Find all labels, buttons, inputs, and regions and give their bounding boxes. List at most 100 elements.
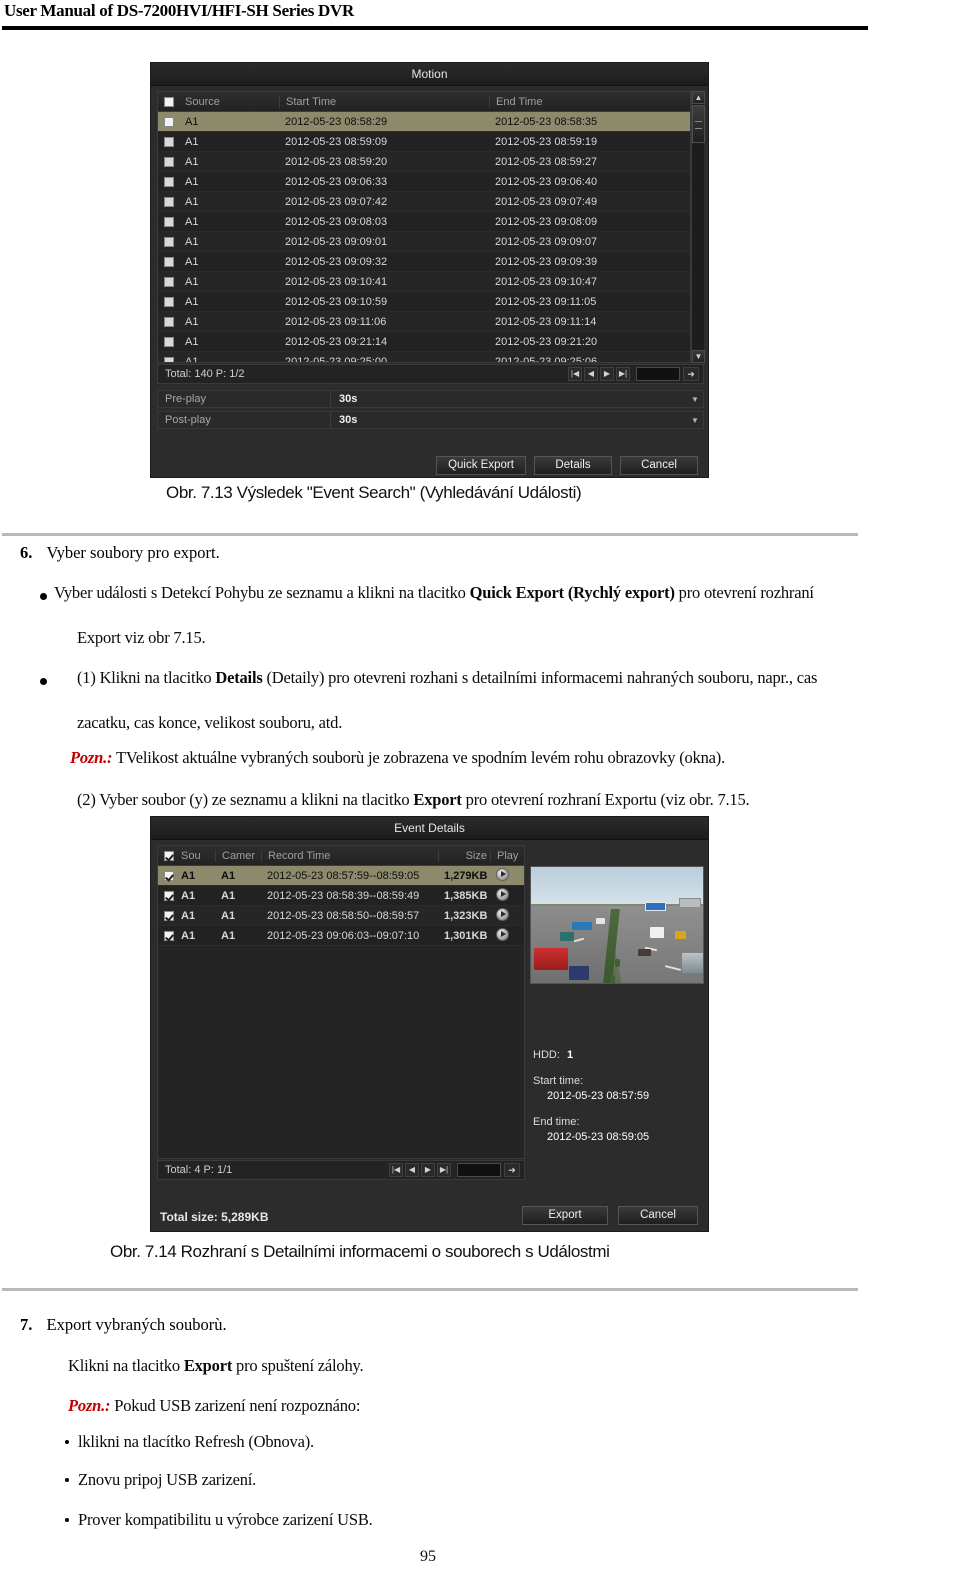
row-checkbox[interactable] bbox=[164, 176, 174, 187]
vehicle-gray-truck bbox=[682, 952, 703, 973]
cell-camera: A1 bbox=[221, 889, 236, 902]
cell-source: A1 bbox=[181, 909, 196, 922]
row-checkbox[interactable] bbox=[164, 136, 174, 147]
go-page-icon[interactable]: ➜ bbox=[504, 1163, 520, 1177]
last-page-icon[interactable]: ▶| bbox=[437, 1163, 451, 1177]
motion-event-table: Source Start Time End Time A1 2012-05-23 … bbox=[157, 91, 691, 363]
table-row[interactable]: A1 2012-05-23 09:08:03 2012-05-23 09:08:09 bbox=[158, 212, 690, 232]
page-number-input[interactable] bbox=[457, 1163, 501, 1177]
bullet-3-text-b: pro otevrení rozhraní Exportu (viz obr. … bbox=[461, 790, 750, 809]
cell-end-time: 2012-05-23 09:09:39 bbox=[495, 255, 598, 268]
table-row[interactable]: A1 A1 2012-05-23 08:58:50--08:59:57 1,323KB bbox=[158, 906, 524, 926]
cell-play bbox=[490, 867, 524, 884]
first-page-icon[interactable]: |◀ bbox=[389, 1163, 403, 1177]
row-checkbox[interactable] bbox=[164, 196, 174, 207]
table-row[interactable]: A1 2012-05-23 09:09:32 2012-05-23 09:09:39 bbox=[158, 252, 690, 272]
event-dialog-title: Event Details bbox=[151, 817, 708, 840]
play-icon[interactable] bbox=[496, 867, 509, 881]
end-time-value: 2012-05-23 08:59:05 bbox=[547, 1131, 650, 1143]
page-number-input[interactable] bbox=[636, 367, 680, 381]
table-row[interactable]: A1 2012-05-23 09:09:01 2012-05-23 09:09:07 bbox=[158, 232, 690, 252]
hdd-row: HDD: 1 bbox=[533, 1048, 703, 1063]
cell-end-time: 2012-05-23 09:11:05 bbox=[495, 295, 597, 308]
vehicle-bus-red bbox=[534, 948, 569, 971]
table-row[interactable]: A1 2012-05-23 08:59:09 2012-05-23 08:59:19 bbox=[158, 132, 690, 152]
row-checkbox[interactable] bbox=[164, 236, 174, 247]
row-checkbox[interactable] bbox=[164, 116, 174, 127]
chevron-down-icon[interactable]: ▼ bbox=[687, 395, 703, 404]
vehicle-yellow-truck bbox=[675, 930, 687, 939]
table-row[interactable]: A1 2012-05-23 09:11:06 2012-05-23 09:11:14 bbox=[158, 312, 690, 332]
table-row[interactable]: A1 2012-05-23 09:21:14 2012-05-23 09:21:20 bbox=[158, 332, 690, 352]
quick-export-button[interactable]: Quick Export bbox=[436, 456, 526, 475]
play-icon[interactable] bbox=[496, 907, 509, 921]
details-button[interactable]: Details bbox=[534, 456, 612, 475]
cell-size: 1,301KB bbox=[444, 929, 488, 942]
step-7-line1-bold: Export bbox=[183, 1356, 233, 1375]
table-row[interactable]: A1 2012-05-23 09:10:59 2012-05-23 09:11:05 bbox=[158, 292, 690, 312]
motion-cancel-button[interactable]: Cancel bbox=[620, 456, 698, 475]
select-all-checkbox[interactable] bbox=[164, 96, 174, 107]
play-icon[interactable] bbox=[496, 887, 509, 901]
row-checkbox[interactable] bbox=[164, 276, 174, 287]
table-row[interactable]: A1 A1 2012-05-23 08:58:39--08:59:49 1,385KB bbox=[158, 886, 524, 906]
table-row[interactable]: A1 2012-05-23 09:25:00 2012-05-23 09:25:06 bbox=[158, 352, 690, 362]
prev-page-icon[interactable]: ◀ bbox=[405, 1163, 419, 1177]
page-header: User Manual of DS-7200HVI/HFI-SH Series … bbox=[0, 0, 960, 34]
next-page-icon[interactable]: ▶ bbox=[600, 367, 614, 381]
figure-caption-713: Obr. 7.13 Výsledek "Event Search" (Vyhle… bbox=[166, 483, 582, 502]
scroll-down-icon[interactable]: ▼ bbox=[692, 350, 705, 363]
post-play-row[interactable]: Post-play 30s ▼ bbox=[157, 411, 704, 429]
cell-play bbox=[490, 927, 524, 944]
row-checkbox[interactable] bbox=[164, 336, 174, 347]
step-7-line1-b: pro spuštení zálohy. bbox=[232, 1356, 364, 1375]
table-row[interactable]: A1 2012-05-23 09:10:41 2012-05-23 09:10:47 bbox=[158, 272, 690, 292]
scroll-up-icon[interactable]: ▲ bbox=[692, 91, 705, 104]
event-cancel-button[interactable]: Cancel bbox=[618, 1206, 698, 1225]
chevron-down-icon[interactable]: ▼ bbox=[687, 416, 703, 425]
export-button[interactable]: Export bbox=[522, 1206, 608, 1225]
row-checkbox[interactable] bbox=[164, 296, 174, 307]
row-checkbox[interactable] bbox=[164, 156, 174, 167]
table-row[interactable]: A1 A1 2012-05-23 08:57:59--08:59:05 1,279KB bbox=[158, 866, 524, 886]
cell-start-time: 2012-05-23 08:59:20 bbox=[285, 155, 388, 168]
cell-end-time: 2012-05-23 09:11:14 bbox=[495, 315, 597, 328]
row-checkbox[interactable] bbox=[164, 216, 174, 227]
play-icon[interactable] bbox=[496, 927, 509, 941]
select-all-checkbox[interactable] bbox=[164, 850, 174, 861]
table-row[interactable]: A1 2012-05-23 08:59:20 2012-05-23 08:59:27 bbox=[158, 152, 690, 172]
post-play-value[interactable]: 30s bbox=[330, 412, 687, 428]
go-page-icon[interactable]: ➜ bbox=[683, 367, 699, 381]
table-row[interactable]: A1 2012-05-23 08:58:29 2012-05-23 08:58:35 bbox=[158, 112, 690, 132]
row-checkbox[interactable] bbox=[164, 356, 174, 362]
event-pager-controls: |◀ ◀ ▶ ▶| ➜ bbox=[388, 1163, 524, 1177]
row-checkbox[interactable] bbox=[164, 890, 174, 901]
figure-caption-714: Obr. 7.14 Rozhraní s Detailními informac… bbox=[110, 1242, 610, 1261]
scrollbar-thumb[interactable] bbox=[692, 105, 705, 143]
pre-play-row[interactable]: Pre-play 30s ▼ bbox=[157, 390, 704, 408]
prev-page-icon[interactable]: ◀ bbox=[584, 367, 598, 381]
video-preview-thumbnail[interactable] bbox=[530, 866, 704, 984]
event-table-rows: A1 A1 2012-05-23 08:57:59--08:59:05 1,279KB… bbox=[158, 866, 524, 946]
row-checkbox[interactable] bbox=[164, 316, 174, 327]
cell-record-time: 2012-05-23 09:06:03--09:07:10 bbox=[267, 929, 420, 942]
table-row[interactable]: A1 A1 2012-05-23 09:06:03--09:07:10 1,301KB bbox=[158, 926, 524, 946]
last-page-icon[interactable]: ▶| bbox=[616, 367, 630, 381]
row-checkbox[interactable] bbox=[164, 930, 174, 941]
motion-table-scrollbar[interactable]: ▲ ▼ bbox=[691, 91, 705, 363]
cell-source: A1 bbox=[185, 115, 199, 128]
first-page-icon[interactable]: |◀ bbox=[568, 367, 582, 381]
billboard-sign bbox=[644, 901, 666, 911]
row-checkbox[interactable] bbox=[164, 256, 174, 267]
table-row[interactable]: A1 2012-05-23 09:06:33 2012-05-23 09:06:40 bbox=[158, 172, 690, 192]
row-checkbox[interactable] bbox=[164, 870, 174, 881]
step-7-line1-a: Klikni na tlacitko bbox=[68, 1356, 184, 1375]
step-6: 6. Vyber soubory pro export. bbox=[20, 543, 220, 563]
table-row[interactable]: A1 2012-05-23 09:07:42 2012-05-23 09:07:49 bbox=[158, 192, 690, 212]
next-page-icon[interactable]: ▶ bbox=[421, 1163, 435, 1177]
step-6-bullet-1: Vyber události s Detekcí Pohybu ze sezna… bbox=[54, 583, 814, 603]
cell-source: A1 bbox=[185, 255, 199, 268]
row-checkbox[interactable] bbox=[164, 910, 174, 921]
pre-play-value[interactable]: 30s bbox=[330, 391, 687, 407]
vehicle-truck-teal bbox=[560, 931, 575, 941]
